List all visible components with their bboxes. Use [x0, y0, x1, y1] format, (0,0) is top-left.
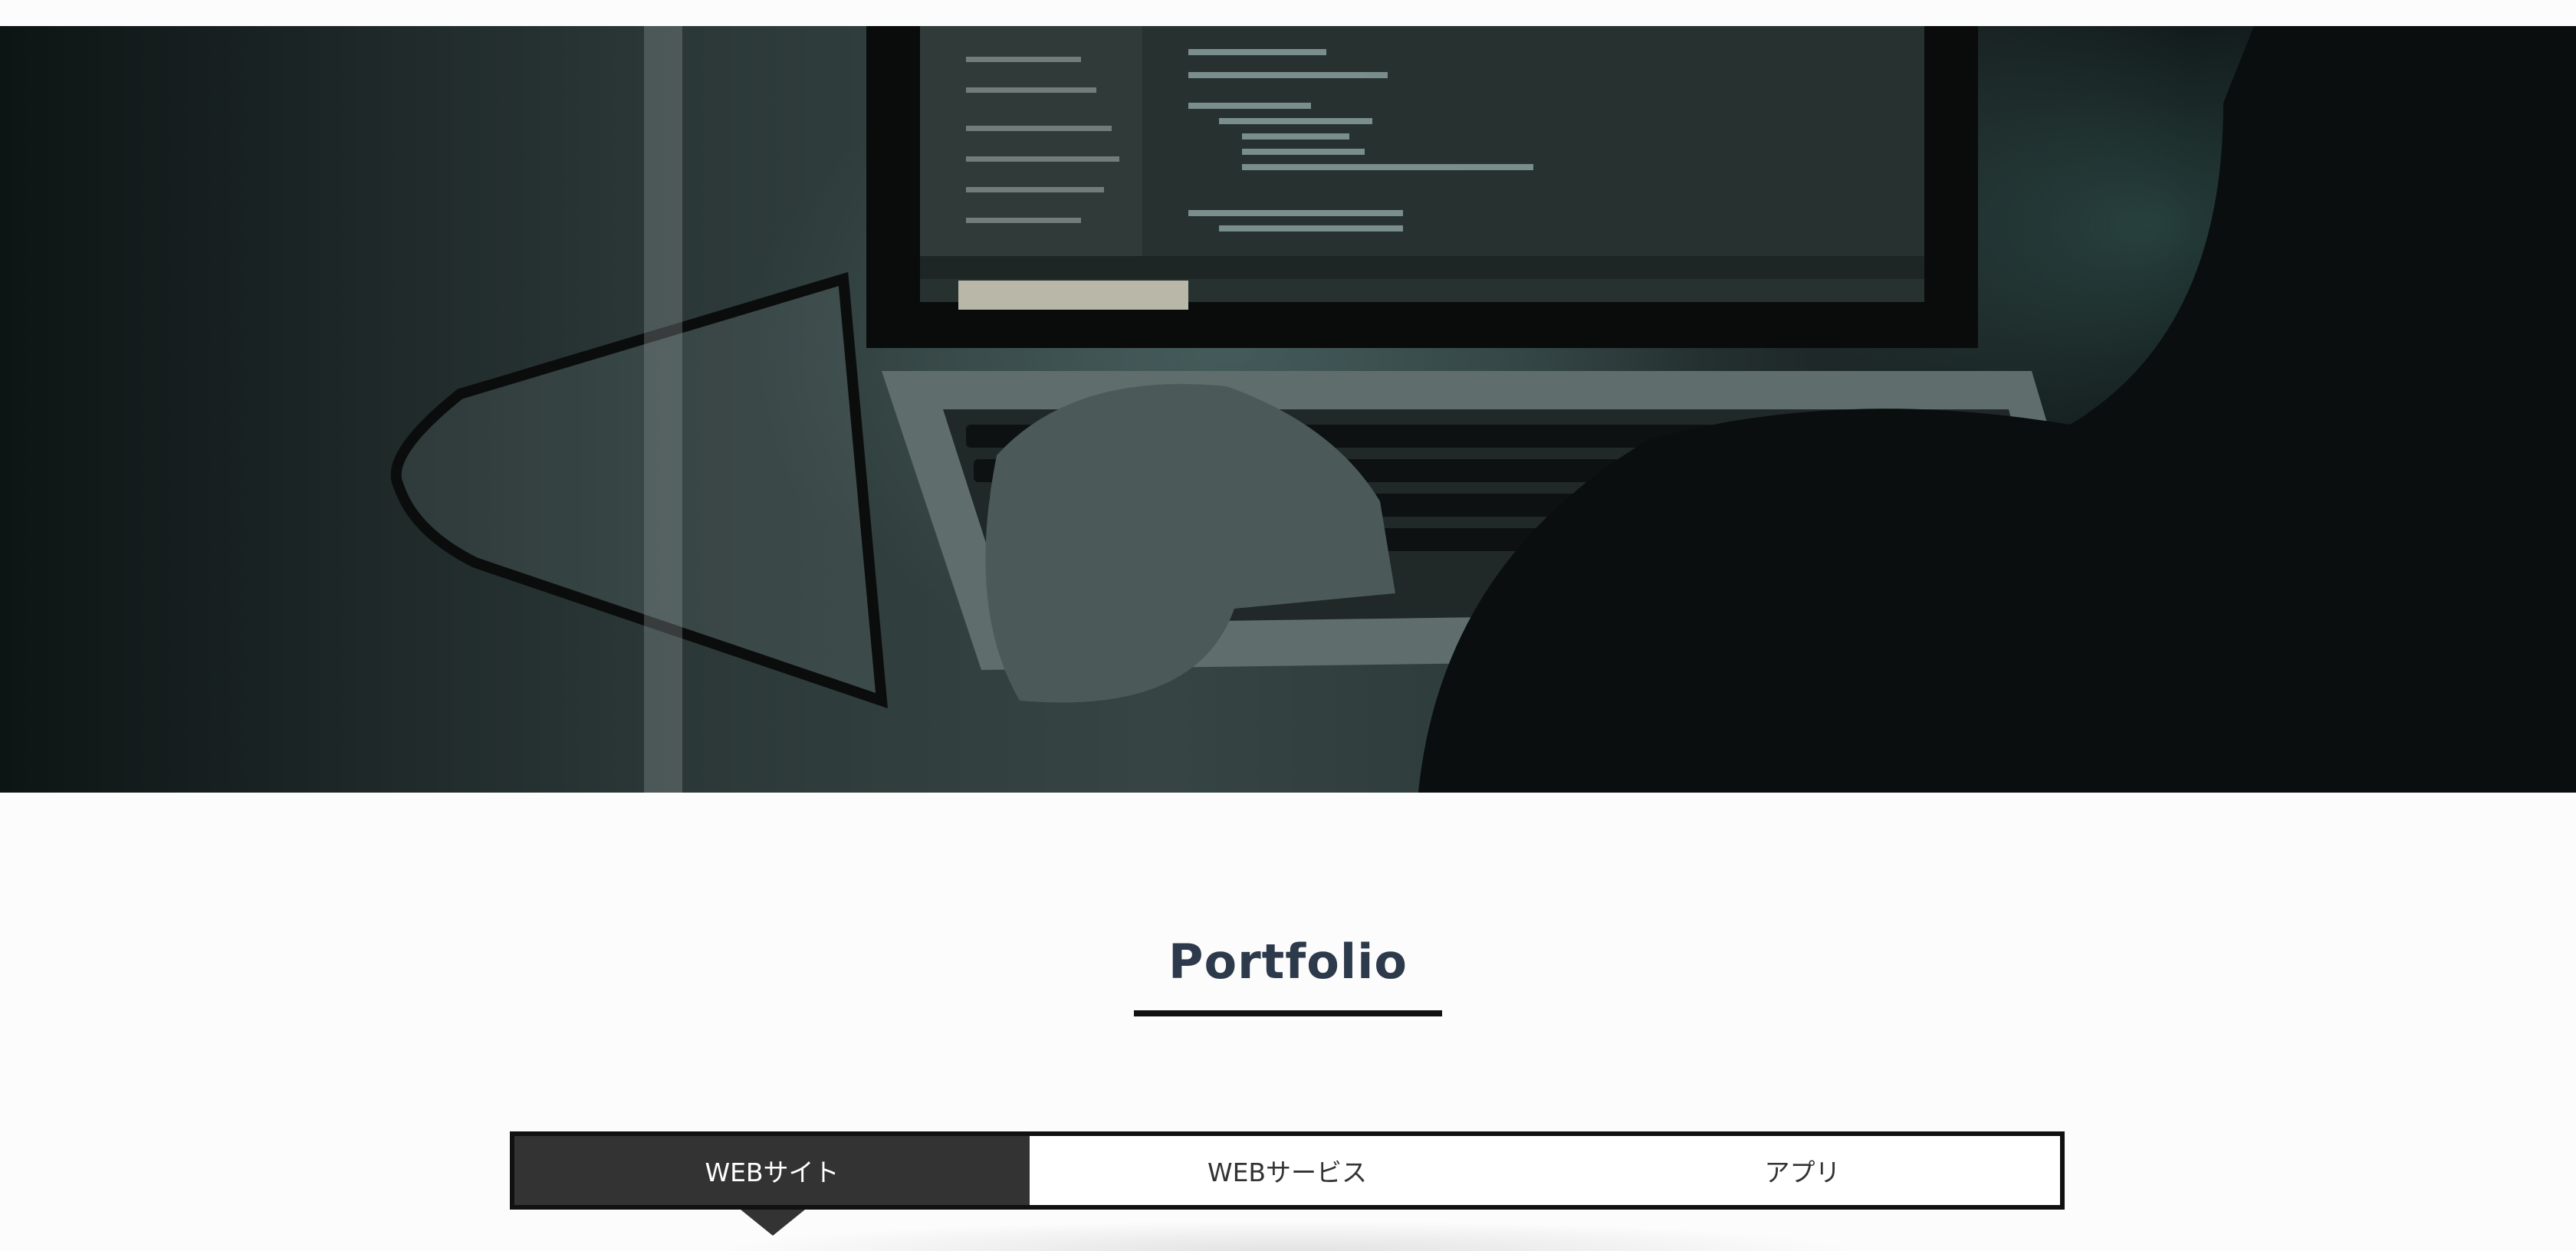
section-title: Portfolio — [1168, 934, 1408, 990]
hero-image — [0, 26, 2576, 793]
tab-web-site[interactable]: WEBサイト — [514, 1136, 1030, 1205]
section-title-underline — [1134, 1010, 1442, 1016]
page: Portfolio WEBサイト WEBサービス アプリ — [0, 0, 2576, 1251]
panel-shadow — [713, 1220, 1863, 1251]
portfolio-tab-bar: WEBサイト WEBサービス アプリ — [510, 1131, 2065, 1210]
tab-web-service[interactable]: WEBサービス — [1030, 1136, 1545, 1205]
laptop-photo-illustration — [390, 26, 2576, 793]
tab-app[interactable]: アプリ — [1545, 1136, 2060, 1205]
